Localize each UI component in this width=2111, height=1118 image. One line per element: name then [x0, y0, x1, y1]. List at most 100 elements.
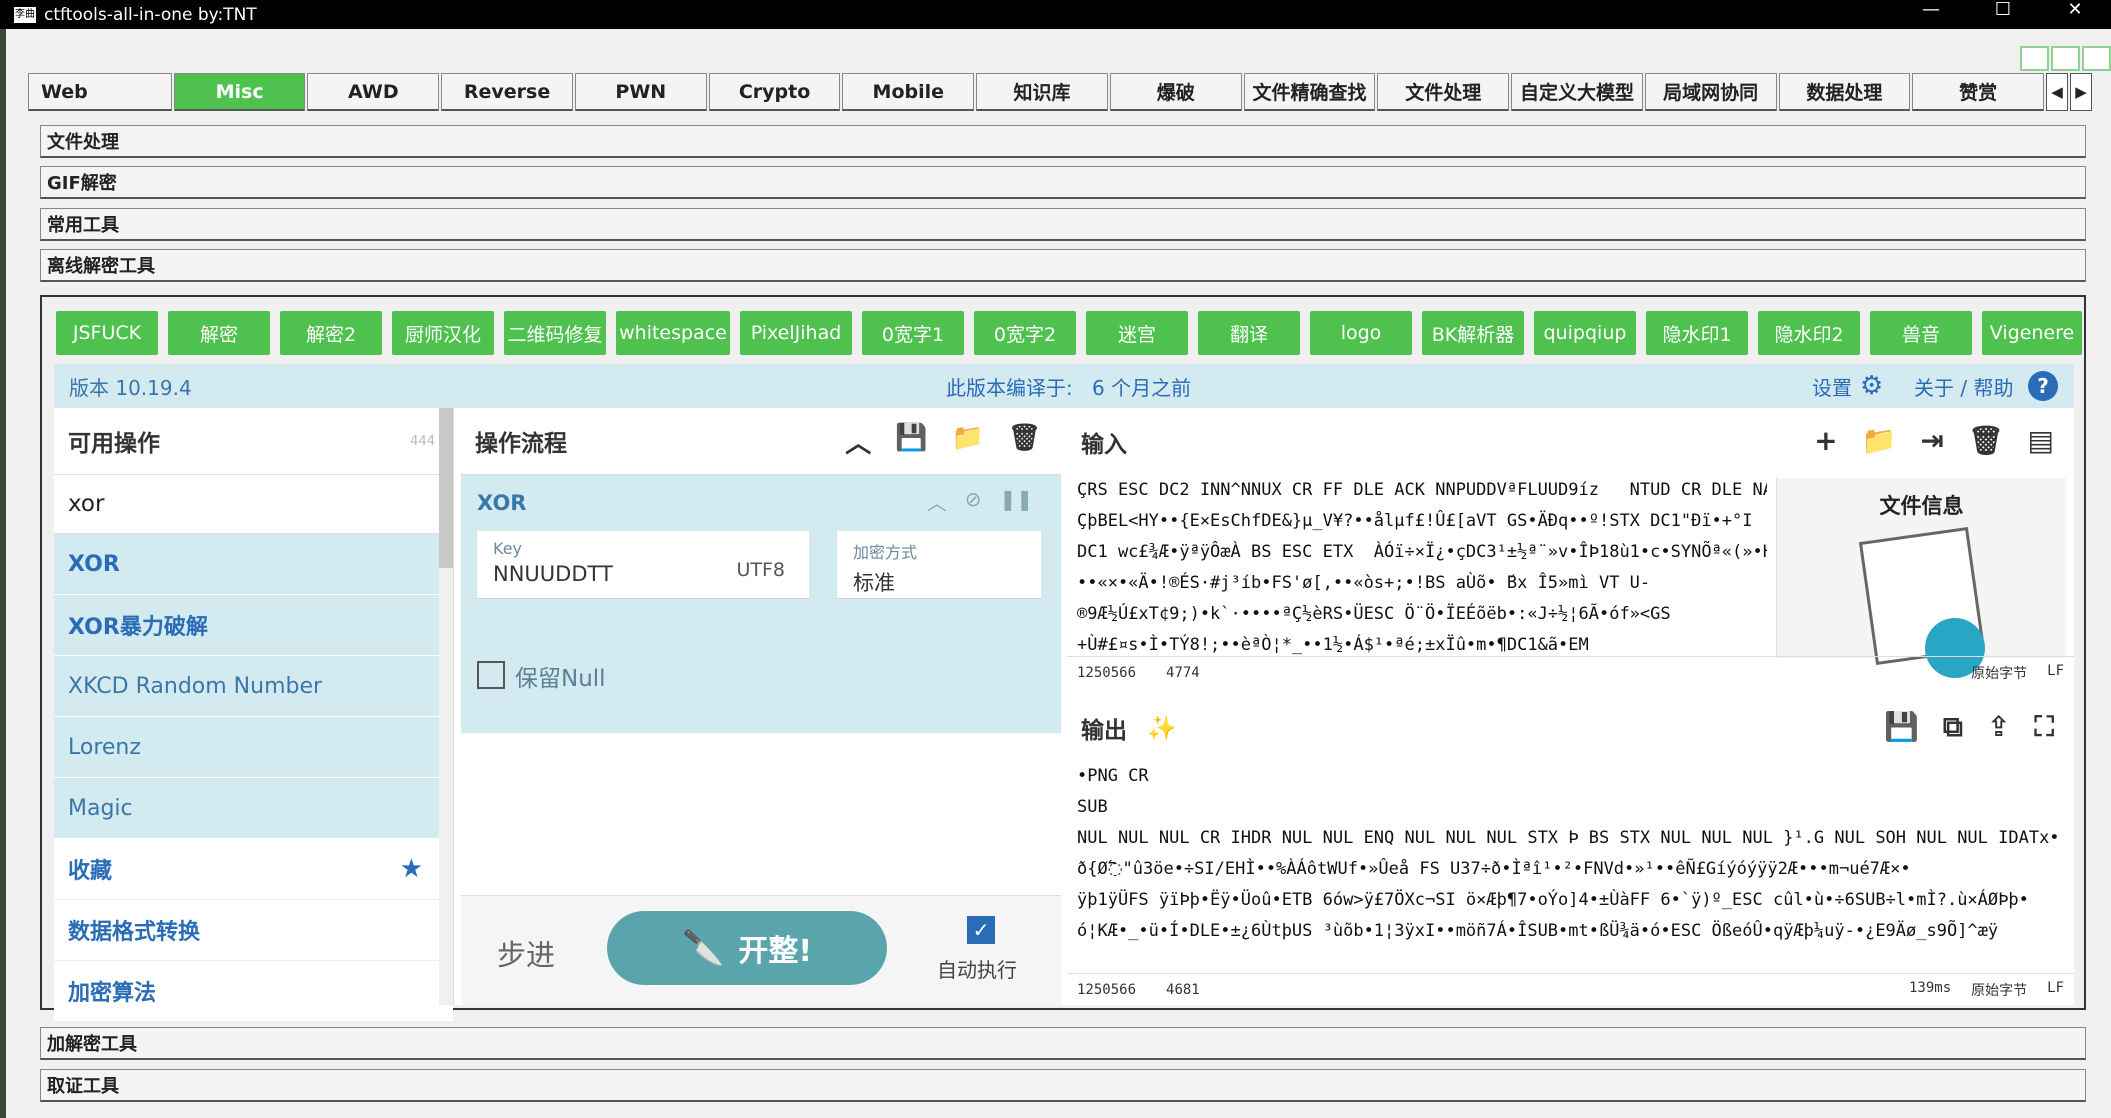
step-button[interactable]: 步进 [497, 932, 555, 974]
tool-button-8[interactable]: 0宽字2 [974, 311, 1076, 355]
tool-button-5[interactable]: whitespace [616, 311, 730, 355]
output-encoding[interactable]: 原始字节 [1971, 980, 2027, 1000]
section-header-1[interactable]: GIF解密 [40, 166, 2086, 199]
tool-button-12[interactable]: BK解析器 [1422, 311, 1524, 355]
tool-button-15[interactable]: 隐水印2 [1758, 311, 1860, 355]
output-eol[interactable]: LF [2047, 980, 2064, 1000]
minimize-button[interactable]: — [1895, 0, 1967, 29]
output-status-bar: 1250566 4681 139ms 原始字节 LF [1067, 973, 2074, 1005]
tab-7[interactable]: 知识库 [976, 73, 1108, 111]
op-item[interactable]: Magic [54, 778, 453, 839]
op-item[interactable]: XKCD Random Number [54, 656, 453, 717]
section-header-0[interactable]: 文件处理 [40, 125, 2086, 158]
save-icon[interactable]: 💾 [1884, 710, 1919, 744]
section-footer-0[interactable]: 加解密工具 [40, 1027, 2086, 1060]
about-link[interactable]: 关于 / 帮助 [1914, 372, 2013, 401]
mini-button-1[interactable] [2020, 46, 2049, 71]
tab-1[interactable]: Misc [173, 73, 306, 111]
tab-5[interactable]: Crypto [708, 73, 841, 111]
scheme-value[interactable]: 标准 [853, 567, 1025, 597]
auto-bake-checkbox[interactable]: ✓ [967, 916, 995, 944]
input-eol[interactable]: LF [2047, 663, 2064, 683]
key-encoding-select[interactable]: UTF8 [736, 559, 785, 581]
layout-icon[interactable]: ▤ [2028, 424, 2054, 457]
tool-button-14[interactable]: 隐水印1 [1646, 311, 1748, 355]
tool-button-2[interactable]: 解密2 [280, 311, 382, 355]
tab-10[interactable]: 文件处理 [1377, 73, 1510, 111]
gear-icon[interactable]: ⚙ [1860, 371, 1883, 401]
tab-12[interactable]: 局域网协同 [1644, 73, 1777, 111]
null-checkbox[interactable] [477, 661, 505, 689]
mini-button-3[interactable] [2082, 46, 2111, 71]
output-textarea[interactable]: •PNG CR SUB NUL NUL NUL CR IHDR NUL NUL EN… [1067, 761, 2057, 971]
tab-0[interactable]: Web [28, 73, 172, 111]
tab-6[interactable]: Mobile [842, 73, 975, 111]
magic-wand-icon[interactable]: ✨ [1147, 714, 1177, 742]
output-lines: 4681 [1166, 981, 1200, 998]
tool-button-9[interactable]: 迷宫 [1086, 311, 1188, 355]
chevron-up-icon[interactable]: ︿ [927, 487, 947, 516]
tool-button-3[interactable]: 厨师汉化 [392, 311, 494, 355]
input-textarea[interactable]: ÇRS ESC DC2 INN^NNUX CR FF DLE ACK NNPUD… [1067, 475, 1767, 658]
maximize-button[interactable]: ☐ [1967, 0, 2039, 29]
tab-11[interactable]: 自定义大模型 [1511, 73, 1643, 111]
ops-search-input[interactable]: xor [54, 475, 453, 534]
help-icon[interactable]: ? [2028, 371, 2058, 401]
tool-button-13[interactable]: quipqiup [1534, 311, 1636, 355]
fullscreen-icon[interactable]: ⛶ [2034, 710, 2054, 744]
compiled-value: 6 个月之前 [1092, 375, 1192, 400]
op-item[interactable]: Lorenz [54, 717, 453, 778]
tool-button-7[interactable]: 0宽字1 [862, 311, 964, 355]
section-header-2[interactable]: 常用工具 [40, 208, 2086, 241]
op-item[interactable]: XOR [54, 534, 453, 595]
star-icon[interactable]: ★ [400, 854, 423, 884]
op-item[interactable]: XOR暴力破解 [54, 595, 453, 656]
tab-3[interactable]: Reverse [441, 73, 573, 111]
pause-icon[interactable]: ❚❚ [999, 487, 1033, 516]
input-encoding[interactable]: 原始字节 [1971, 663, 2027, 683]
key-field[interactable]: Key NNUUDDTT UTF8 [477, 531, 809, 599]
op-category[interactable]: 数据格式转换 [54, 900, 453, 961]
tool-button-0[interactable]: JSFUCK [56, 311, 158, 355]
key-label: Key [493, 539, 523, 558]
tab-13[interactable]: 数据处理 [1778, 73, 1911, 111]
tab-8[interactable]: 爆破 [1109, 73, 1242, 111]
trash-icon[interactable]: 🗑 [1008, 423, 1041, 460]
settings-link[interactable]: 设置 [1812, 372, 1852, 401]
tab-9[interactable]: 文件精确查找 [1243, 73, 1376, 111]
section-header-3[interactable]: 离线解密工具 [40, 249, 2086, 282]
tab-scroll-left-icon[interactable]: ◀ [2046, 73, 2069, 111]
tool-button-17[interactable]: Vigenere [1982, 311, 2082, 355]
tool-button-4[interactable]: 二维码修复 [504, 311, 606, 355]
tab-4[interactable]: PWN [574, 73, 707, 111]
output-line: NUL NUL NUL CR IHDR NUL NUL ENQ NUL NUL … [1077, 828, 2057, 848]
output-line: •PNG CR [1077, 766, 1149, 786]
ops-scrollbar[interactable] [439, 408, 453, 1005]
tab-2[interactable]: AWD [307, 73, 440, 111]
tool-button-1[interactable]: 解密 [168, 311, 270, 355]
tool-button-10[interactable]: 翻译 [1198, 311, 1300, 355]
tool-button-6[interactable]: PixelJihad [740, 311, 852, 355]
import-icon[interactable]: ⇥ [1921, 424, 1944, 457]
folder-icon[interactable]: 📁 [952, 423, 984, 460]
op-category[interactable]: 收藏 ★ [54, 839, 453, 900]
copy-icon[interactable]: ⧉ [1943, 710, 1963, 744]
close-button[interactable]: ✕ [2039, 0, 2111, 29]
mini-button-2[interactable] [2051, 46, 2080, 71]
folder-icon[interactable]: 📁 [1862, 424, 1897, 457]
disable-icon[interactable]: ⊘ [965, 487, 982, 516]
recipe-op-name: XOR [477, 491, 527, 515]
chevron-up-icon[interactable]: ︿ [845, 423, 871, 460]
section-footer-1[interactable]: 取证工具 [40, 1069, 2086, 1102]
tool-button-11[interactable]: logo [1310, 311, 1412, 355]
tool-button-16[interactable]: 兽音 [1870, 311, 1972, 355]
scheme-field[interactable]: 加密方式 标准 [837, 531, 1041, 599]
bake-button[interactable]: 🔪 开整! [607, 911, 887, 985]
tab-14[interactable]: 赞赏 [1912, 73, 2045, 111]
op-category[interactable]: 加密算法 [54, 961, 453, 1022]
save-icon[interactable]: 💾 [895, 423, 927, 460]
trash-icon[interactable]: 🗑 [1968, 424, 2004, 457]
tab-scroll-right-icon[interactable]: ▶ [2070, 73, 2093, 111]
replace-input-icon[interactable]: ⇪ [1987, 710, 2010, 744]
plus-icon[interactable]: + [1814, 424, 1837, 457]
